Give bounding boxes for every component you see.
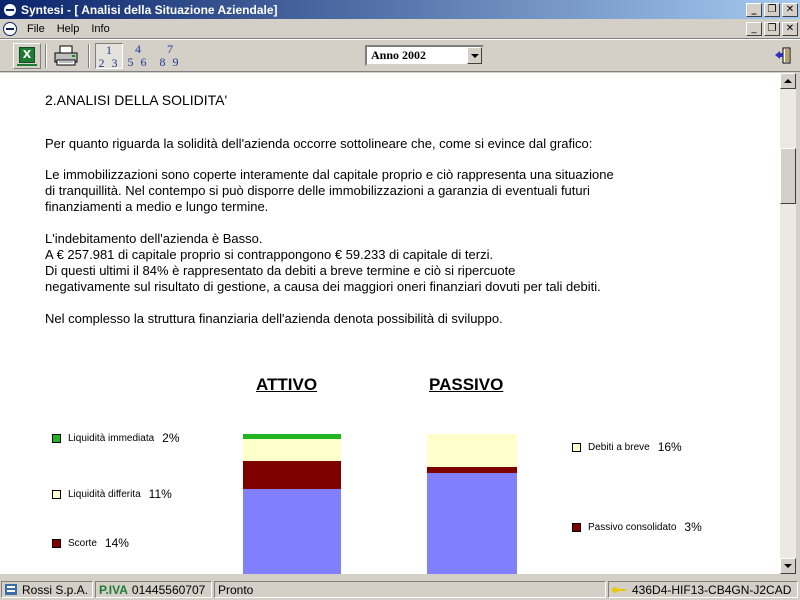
title-bar: Syntesi - [ Analisi della Situazione Azi…: [0, 0, 800, 19]
bar-immobilizzazioni: [243, 489, 341, 574]
document-minimize-button[interactable]: _: [746, 21, 762, 36]
report-paragraph: Nel complesso la struttura finanziaria d…: [45, 311, 503, 326]
attivo-title: ATTIVO: [256, 375, 318, 394]
close-button[interactable]: ✕: [782, 2, 798, 17]
window-controls: _ ❐ ✕: [744, 2, 798, 17]
page-title: 2.ANALISI DELLA SOLIDITA': [45, 92, 228, 108]
passivo-title: PASSIVO: [429, 375, 504, 394]
report-paragraph: Le immobilizzazioni sono coperte interam…: [45, 167, 614, 214]
window-title: Syntesi - [ Analisi della Situazione Azi…: [21, 2, 278, 17]
scroll-down-button[interactable]: [780, 558, 796, 574]
bar-debiti-a-breve: [427, 434, 517, 467]
status-bar: Rossi S.p.A. P.IVA 01445560707 Pronto 43…: [0, 579, 800, 600]
chevron-down-icon[interactable]: [467, 47, 482, 64]
scroll-up-button[interactable]: [780, 73, 796, 89]
status-piva: P.IVA 01445560707: [95, 581, 212, 598]
toolbar-separator: [88, 44, 90, 68]
report-paragraph: Per quanto riguarda la solidità dell'azi…: [45, 136, 593, 151]
year-select[interactable]: Anno 2002: [365, 45, 484, 66]
legend-liquidita-differita: Liquidità differita 11%: [52, 487, 172, 501]
restore-button[interactable]: ❐: [764, 2, 780, 17]
scroll-thumb[interactable]: [780, 148, 796, 204]
legend-swatch: [52, 538, 61, 548]
report-content: 2.ANALISI DELLA SOLIDITA' Per quanto rig…: [0, 73, 780, 574]
export-excel-button[interactable]: X: [13, 43, 41, 69]
menu-help[interactable]: Help: [51, 23, 86, 35]
toolbar-separator: [45, 44, 47, 68]
key-icon: [612, 586, 626, 594]
legend-swatch: [52, 489, 61, 499]
report-paragraph: L'indebitamento dell'azienda è Basso. A …: [45, 231, 601, 294]
vertical-scrollbar[interactable]: [780, 73, 796, 574]
legend-swatch: [572, 522, 581, 532]
print-button[interactable]: [52, 43, 80, 69]
menu-info[interactable]: Info: [85, 23, 115, 35]
document-close-button[interactable]: ✕: [782, 21, 798, 36]
bar-liquidita-differita: [243, 439, 341, 461]
page-group-7-8-9-button[interactable]: 7 8 9: [156, 43, 184, 69]
document-window-controls: _ ❐ ✕: [744, 21, 798, 36]
legend-scorte: Scorte 14%: [52, 536, 129, 550]
exit-door-icon: [775, 47, 791, 64]
legend-swatch: [572, 442, 581, 452]
document-logo-icon[interactable]: [3, 21, 17, 36]
year-select-value: Anno 2002: [371, 48, 427, 62]
printer-icon: [54, 45, 78, 66]
building-icon: [5, 584, 17, 595]
exit-button[interactable]: [772, 45, 794, 67]
page-group-1-2-3-button[interactable]: 1 2 3: [95, 43, 123, 69]
legend-passivo-consolidato: Passivo consolidato 3%: [572, 520, 702, 534]
status-state: Pronto: [214, 581, 606, 598]
app-logo-icon[interactable]: [3, 2, 17, 17]
page-group-4-5-6-button[interactable]: 4 5 6: [124, 43, 152, 69]
minimize-button[interactable]: _: [746, 2, 762, 17]
menu-file[interactable]: File: [21, 23, 51, 35]
document-restore-button[interactable]: ❐: [764, 21, 780, 36]
status-license-key: 436D4-HIF13-CB4GN-J2CAD: [608, 581, 798, 598]
legend-debiti-a-breve: Debiti a breve 16%: [572, 440, 682, 454]
menu-bar: File Help Info _ ❐ ✕: [0, 19, 800, 39]
bar-scorte: [243, 461, 341, 489]
legend-liquidita-immediata: Liquidità immediata 2%: [52, 431, 180, 445]
excel-icon: X: [19, 47, 35, 63]
status-company: Rossi S.p.A.: [1, 581, 93, 598]
legend-swatch: [52, 433, 61, 443]
bar-capitale-proprio: [427, 473, 517, 574]
